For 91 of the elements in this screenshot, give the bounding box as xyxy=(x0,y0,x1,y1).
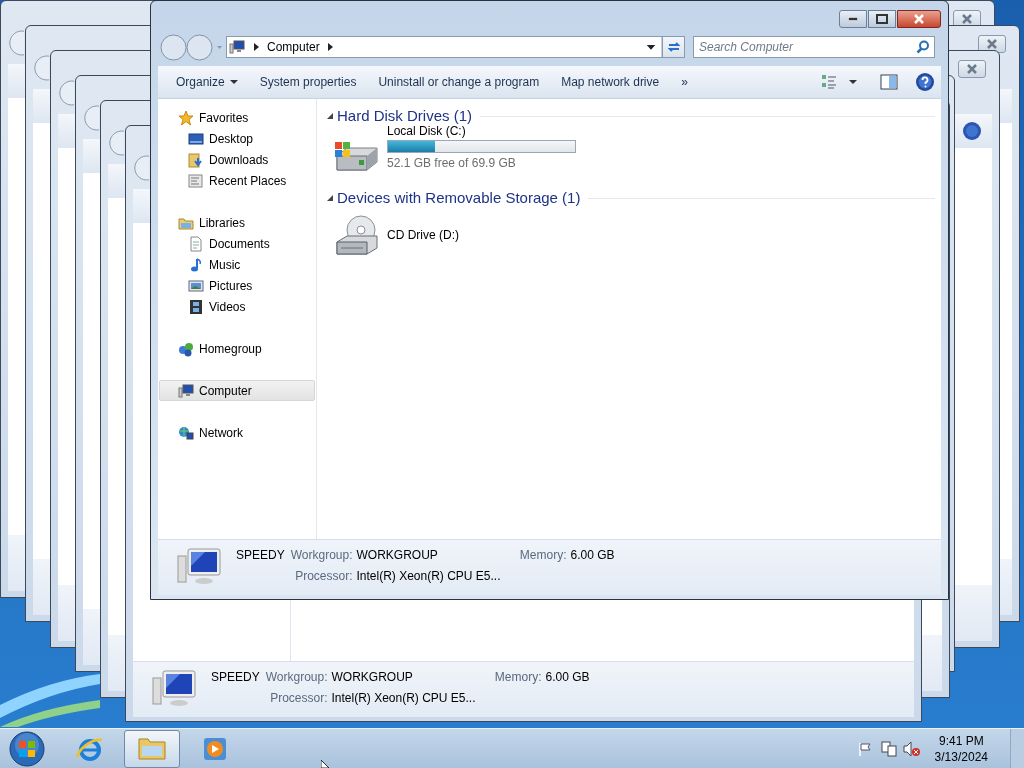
field-value: WORKGROUP xyxy=(331,669,413,686)
nav-item[interactable]: Pictures xyxy=(159,275,315,296)
field-label: Memory: xyxy=(519,547,567,564)
search-field[interactable]: Search Computer xyxy=(693,36,935,58)
back-button[interactable] xyxy=(9,30,24,56)
close-icon xyxy=(966,64,978,74)
network-icon[interactable] xyxy=(879,740,898,757)
help-icon[interactable] xyxy=(962,121,982,141)
breadcrumb[interactable]: Computer xyxy=(267,38,320,56)
minimize-button[interactable] xyxy=(839,10,867,28)
field-value: 6.00 GB xyxy=(570,547,615,564)
nav-item[interactable]: Libraries xyxy=(159,212,315,233)
pictures-icon xyxy=(188,277,204,294)
field-label: Processor: xyxy=(269,690,328,707)
field-label: Processor: xyxy=(294,568,353,585)
document-icon xyxy=(188,235,204,252)
close-button[interactable] xyxy=(978,35,1006,53)
help-icon[interactable] xyxy=(915,72,935,92)
drive-name[interactable]: CD Drive (D:) xyxy=(387,226,459,244)
field-label: Workgroup: xyxy=(265,669,328,686)
cursor-icon xyxy=(321,760,329,768)
refresh-icon xyxy=(667,42,680,52)
nav-item[interactable]: Music xyxy=(159,254,315,275)
refresh-button[interactable] xyxy=(663,36,685,58)
maximize-button[interactable] xyxy=(868,10,896,28)
star-icon xyxy=(178,109,194,126)
back-button[interactable] xyxy=(59,80,74,106)
field-value: Intel(R) Xeon(R) CPU E5... xyxy=(356,568,502,585)
close-icon xyxy=(986,39,998,49)
nav-item[interactable]: Downloads xyxy=(159,149,315,170)
back-button[interactable] xyxy=(160,33,187,61)
nav-item[interactable]: Network xyxy=(159,422,315,443)
monitor-icon xyxy=(151,668,199,708)
toolbar-button[interactable]: Map network drive xyxy=(551,70,670,94)
nav-item[interactable]: Videos xyxy=(159,296,315,317)
clock-date: 3/13/2024 xyxy=(934,748,988,765)
folder-icon xyxy=(188,151,204,168)
nav-item[interactable]: Homegroup xyxy=(159,338,315,359)
flag-icon[interactable] xyxy=(856,740,873,757)
monitor-icon xyxy=(176,546,224,586)
toolbar-button[interactable]: Uninstall or change a program xyxy=(368,70,550,94)
computer-icon xyxy=(178,382,194,399)
drive-name[interactable]: Local Disk (C:) xyxy=(387,123,576,139)
start-button[interactable] xyxy=(7,728,47,768)
forward-button[interactable] xyxy=(186,33,213,61)
computer-icon xyxy=(229,39,245,55)
computer-name: SPEEDY xyxy=(211,669,260,686)
back-button[interactable] xyxy=(84,105,99,131)
caret-icon xyxy=(229,80,238,84)
toolbar-button[interactable]: System properties xyxy=(249,70,367,94)
back-button[interactable] xyxy=(34,55,49,81)
folder-icon xyxy=(138,737,166,760)
back-button[interactable] xyxy=(109,130,124,156)
computer-name: SPEEDY xyxy=(236,547,285,564)
nav-item[interactable]: Recent Places xyxy=(159,170,315,191)
preview-pane-icon[interactable] xyxy=(880,74,898,90)
taskbar-app[interactable] xyxy=(124,729,180,768)
recent-places-icon xyxy=(188,172,204,189)
nav-item[interactable]: Documents xyxy=(159,233,315,254)
back-button[interactable] xyxy=(134,155,149,181)
search-icon[interactable] xyxy=(916,40,930,54)
collapse-icon[interactable] xyxy=(326,111,336,121)
network-icon xyxy=(178,424,194,441)
field-label: Memory: xyxy=(494,669,542,686)
close-icon xyxy=(913,14,925,24)
close-button[interactable] xyxy=(897,10,941,28)
nav-item[interactable]: Desktop xyxy=(159,128,315,149)
speaker-muted-icon[interactable] xyxy=(902,740,921,757)
group-header[interactable]: Devices with Removable Storage (1) xyxy=(337,186,581,210)
field-value: Intel(R) Xeon(R) CPU E5... xyxy=(331,690,477,707)
clock[interactable]: 9:41 PM 3/13/2024 xyxy=(934,732,988,765)
toolbar-button[interactable]: » xyxy=(671,70,698,94)
clock-time: 9:41 PM xyxy=(938,732,984,749)
address-bar[interactable]: Computer xyxy=(226,36,663,58)
minimize-icon xyxy=(848,17,858,21)
field-value: WORKGROUP xyxy=(356,547,438,564)
music-icon xyxy=(188,256,204,273)
field-value: 6.00 GB xyxy=(545,669,590,686)
field-label: Workgroup: xyxy=(290,547,353,564)
toolbar-button[interactable]: Organize xyxy=(166,70,248,94)
close-icon xyxy=(961,14,973,24)
desktop-icon xyxy=(188,130,204,147)
collapse-icon[interactable] xyxy=(326,193,336,203)
homegroup-icon xyxy=(178,340,194,357)
film-icon xyxy=(188,298,204,315)
nav-item[interactable]: Computer xyxy=(159,380,315,401)
nav-item[interactable]: Favorites xyxy=(159,107,315,128)
media-player-icon xyxy=(203,736,227,761)
maximize-icon xyxy=(876,14,888,24)
free-space: 52.1 GB free of 69.9 GB xyxy=(387,155,517,171)
caret-icon[interactable] xyxy=(847,78,859,86)
